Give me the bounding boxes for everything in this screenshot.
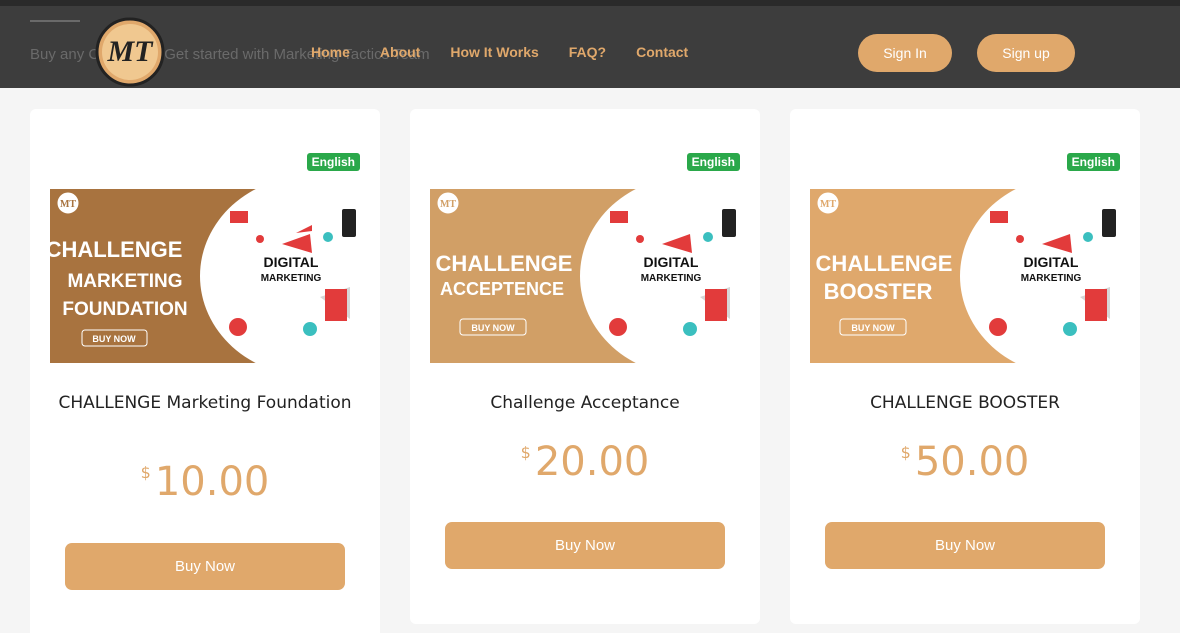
product-card-3: English MT CHALLENGE BOOSTER BUY NOW DIG…	[790, 109, 1140, 624]
product-card-2: English MT CHALLENGE ACCEPTENCE BUY NOW …	[410, 109, 760, 624]
svg-text:MT: MT	[820, 199, 836, 210]
currency-symbol: $	[900, 443, 911, 462]
language-badge: English	[306, 153, 360, 171]
product-banner-image[interactable]: MT CHALLENGE MARKETING FOUNDATION BUY NO…	[50, 189, 360, 363]
banner-cta: BUY NOW	[92, 334, 136, 344]
product-price: $10.00	[50, 459, 360, 505]
nav-contact[interactable]: Contact	[636, 44, 688, 60]
nav-how-it-works[interactable]: How It Works	[450, 44, 538, 60]
product-card-1: English MT CHALLENGE MARKETING FOUNDATIO…	[30, 109, 380, 633]
buy-now-button[interactable]: Buy Now	[825, 522, 1105, 569]
product-price: $20.00	[430, 439, 740, 485]
main-nav: Home About How It Works FAQ? Contact	[311, 44, 718, 60]
top-navigation-bar: Buy any Challenge. Get started with Mark…	[0, 0, 1180, 88]
buy-now-button[interactable]: Buy Now	[65, 543, 345, 590]
price-value: 10.00	[154, 459, 270, 505]
banner-marketing: MARKETING	[641, 273, 702, 284]
banner-line: CHALLENGE	[50, 237, 182, 262]
buy-now-button[interactable]: Buy Now	[445, 522, 725, 569]
banner-cta: BUY NOW	[471, 323, 515, 333]
banner-line: MARKETING	[67, 271, 182, 292]
product-title: Challenge Acceptance	[490, 393, 680, 413]
banner-line: CHALLENGE	[816, 251, 953, 276]
svg-text:MT: MT	[60, 199, 76, 210]
site-logo[interactable]: MT	[94, 16, 166, 88]
nav-home[interactable]: Home	[311, 44, 350, 60]
banner-line: ACCEPTENCE	[440, 279, 564, 299]
banner-digital: DIGITAL	[264, 254, 319, 270]
banner-marketing: MARKETING	[261, 273, 322, 284]
product-banner-image[interactable]: MT CHALLENGE ACCEPTENCE BUY NOW DIGITAL …	[430, 189, 740, 363]
banner-line: FOUNDATION	[62, 299, 187, 320]
language-badge: English	[1066, 153, 1120, 171]
currency-symbol: $	[140, 463, 151, 482]
logo-lettering: MT	[107, 35, 155, 68]
product-title: CHALLENGE Marketing Foundation	[58, 393, 352, 413]
price-value: 50.00	[914, 439, 1030, 485]
sign-in-button[interactable]: Sign In	[858, 34, 952, 72]
product-price: $50.00	[810, 439, 1120, 485]
svg-text:MT: MT	[440, 199, 456, 210]
price-value: 20.00	[534, 439, 650, 485]
language-badge: English	[686, 153, 740, 171]
decorative-line	[30, 20, 80, 22]
banner-digital: DIGITAL	[644, 254, 699, 270]
sign-up-button[interactable]: Sign up	[977, 34, 1075, 72]
product-banner-image[interactable]: MT CHALLENGE BOOSTER BUY NOW DIGITAL MAR…	[810, 189, 1120, 363]
banner-marketing: MARKETING	[1021, 273, 1082, 284]
product-title: CHALLENGE BOOSTER	[870, 393, 1060, 413]
banner-line: CHALLENGE	[436, 251, 573, 276]
banner-line: BOOSTER	[824, 279, 933, 304]
nav-faq[interactable]: FAQ?	[569, 44, 606, 60]
nav-about[interactable]: About	[380, 44, 420, 60]
currency-symbol: $	[520, 443, 531, 462]
banner-cta: BUY NOW	[851, 323, 895, 333]
banner-digital: DIGITAL	[1024, 254, 1079, 270]
